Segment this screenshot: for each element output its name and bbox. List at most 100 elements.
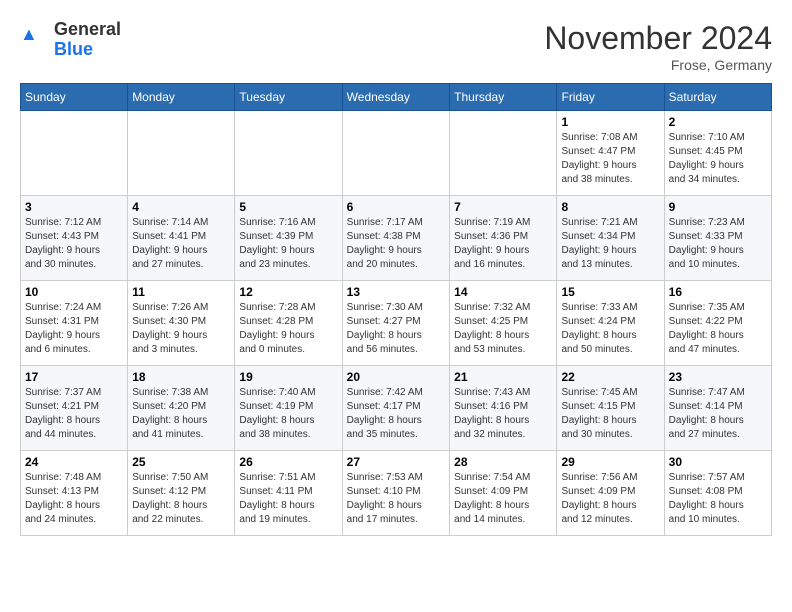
day-info: Sunrise: 7:37 AM Sunset: 4:21 PM Dayligh… (25, 386, 123, 442)
day-info: Sunrise: 7:54 AM Sunset: 4:09 PM Dayligh… (454, 471, 552, 527)
calendar-cell: 24 Sunrise: 7:48 AM Sunset: 4:13 PM Dayli… (21, 451, 128, 536)
calendar-cell: 26 Sunrise: 7:51 AM Sunset: 4:11 PM Dayli… (235, 451, 342, 536)
title-section: November 2024 Frose, Germany (544, 20, 772, 73)
calendar-cell: 20Sunrise: 7:42 AM Sunset: 4:17 PM Dayli… (342, 366, 450, 451)
day-number: 4 (132, 200, 230, 214)
day-info: Sunrise: 7:23 AM Sunset: 4:33 PM Dayligh… (669, 216, 767, 272)
day-info: Sunrise: 7:43 AM Sunset: 4:16 PM Dayligh… (454, 386, 552, 442)
day-info: Sunrise: 7:45 AM Sunset: 4:15 PM Dayligh… (561, 386, 659, 442)
day-number: 12 (239, 285, 337, 299)
calendar-cell: 23 Sunrise: 7:47 AM Sunset: 4:14 PM Dayli… (664, 366, 771, 451)
day-number: 26 (239, 455, 337, 469)
day-number: 30 (669, 455, 767, 469)
day-number: 18 (132, 370, 230, 384)
calendar-week-3: 17 Sunrise: 7:37 AM Sunset: 4:21 PM Dayli… (21, 366, 772, 451)
calendar-week-1: 3 Sunrise: 7:12 AM Sunset: 4:43 PM Daylig… (21, 196, 772, 281)
day-header-saturday: Saturday (664, 84, 771, 111)
logo: ▲ General Blue (20, 20, 121, 60)
day-info: Sunrise: 7:38 AM Sunset: 4:20 PM Dayligh… (132, 386, 230, 442)
day-info: Sunrise: 7:53 AM Sunset: 4:10 PM Dayligh… (347, 471, 446, 527)
day-number: 6 (347, 200, 446, 214)
calendar-cell (235, 111, 342, 196)
day-header-thursday: Thursday (450, 84, 557, 111)
calendar-cell: 9 Sunrise: 7:23 AM Sunset: 4:33 PM Daylig… (664, 196, 771, 281)
logo-general-text: General (54, 19, 121, 39)
calendar-cell: 10Sunrise: 7:24 AM Sunset: 4:31 PM Dayli… (21, 281, 128, 366)
day-number: 21 (454, 370, 552, 384)
day-info: Sunrise: 7:42 AM Sunset: 4:17 PM Dayligh… (347, 386, 446, 442)
day-number: 9 (669, 200, 767, 214)
day-info: Sunrise: 7:57 AM Sunset: 4:08 PM Dayligh… (669, 471, 767, 527)
day-number: 15 (561, 285, 659, 299)
day-number: 5 (239, 200, 337, 214)
day-header-sunday: Sunday (21, 84, 128, 111)
day-number: 10 (25, 285, 123, 299)
calendar-cell: 27 Sunrise: 7:53 AM Sunset: 4:10 PM Dayli… (342, 451, 450, 536)
day-info: Sunrise: 7:32 AM Sunset: 4:25 PM Dayligh… (454, 301, 552, 357)
calendar-cell: 21 Sunrise: 7:43 AM Sunset: 4:16 PM Dayli… (450, 366, 557, 451)
day-number: 27 (347, 455, 446, 469)
day-header-friday: Friday (557, 84, 664, 111)
day-number: 24 (25, 455, 123, 469)
calendar-cell: 28 Sunrise: 7:54 AM Sunset: 4:09 PM Dayli… (450, 451, 557, 536)
svg-text:▲: ▲ (20, 25, 38, 44)
day-info: Sunrise: 7:10 AM Sunset: 4:45 PM Dayligh… (669, 131, 767, 187)
calendar-table: SundayMondayTuesdayWednesdayThursdayFrid… (20, 83, 772, 536)
month-title: November 2024 (544, 20, 772, 57)
day-info: Sunrise: 7:47 AM Sunset: 4:14 PM Dayligh… (669, 386, 767, 442)
day-number: 28 (454, 455, 552, 469)
day-info: Sunrise: 7:28 AM Sunset: 4:28 PM Dayligh… (239, 301, 337, 357)
calendar-cell: 22Sunrise: 7:45 AM Sunset: 4:15 PM Dayli… (557, 366, 664, 451)
day-number: 13 (347, 285, 446, 299)
day-number: 17 (25, 370, 123, 384)
day-header-tuesday: Tuesday (235, 84, 342, 111)
calendar-cell (128, 111, 235, 196)
day-info: Sunrise: 7:48 AM Sunset: 4:13 PM Dayligh… (25, 471, 123, 527)
day-info: Sunrise: 7:50 AM Sunset: 4:12 PM Dayligh… (132, 471, 230, 527)
location: Frose, Germany (544, 57, 772, 73)
calendar-week-4: 24 Sunrise: 7:48 AM Sunset: 4:13 PM Dayli… (21, 451, 772, 536)
calendar-cell: 5 Sunrise: 7:16 AM Sunset: 4:39 PM Daylig… (235, 196, 342, 281)
calendar-cell: 25Sunrise: 7:50 AM Sunset: 4:12 PM Dayli… (128, 451, 235, 536)
day-number: 3 (25, 200, 123, 214)
day-info: Sunrise: 7:08 AM Sunset: 4:47 PM Dayligh… (561, 131, 659, 187)
calendar-week-2: 10Sunrise: 7:24 AM Sunset: 4:31 PM Dayli… (21, 281, 772, 366)
day-info: Sunrise: 7:51 AM Sunset: 4:11 PM Dayligh… (239, 471, 337, 527)
day-info: Sunrise: 7:56 AM Sunset: 4:09 PM Dayligh… (561, 471, 659, 527)
logo-blue-text: Blue (54, 39, 93, 59)
calendar-cell: 19Sunrise: 7:40 AM Sunset: 4:19 PM Dayli… (235, 366, 342, 451)
calendar-cell: 12 Sunrise: 7:28 AM Sunset: 4:28 PM Dayli… (235, 281, 342, 366)
calendar-cell: 13 Sunrise: 7:30 AM Sunset: 4:27 PM Dayli… (342, 281, 450, 366)
day-info: Sunrise: 7:35 AM Sunset: 4:22 PM Dayligh… (669, 301, 767, 357)
calendar-cell: 3 Sunrise: 7:12 AM Sunset: 4:43 PM Daylig… (21, 196, 128, 281)
day-info: Sunrise: 7:30 AM Sunset: 4:27 PM Dayligh… (347, 301, 446, 357)
calendar-cell: 18 Sunrise: 7:38 AM Sunset: 4:20 PM Dayli… (128, 366, 235, 451)
calendar-cell: 17 Sunrise: 7:37 AM Sunset: 4:21 PM Dayli… (21, 366, 128, 451)
day-header-monday: Monday (128, 84, 235, 111)
calendar-cell: 4 Sunrise: 7:14 AM Sunset: 4:41 PM Daylig… (128, 196, 235, 281)
calendar-cell: 30 Sunrise: 7:57 AM Sunset: 4:08 PM Dayli… (664, 451, 771, 536)
day-number: 1 (561, 115, 659, 129)
day-number: 8 (561, 200, 659, 214)
day-info: Sunrise: 7:12 AM Sunset: 4:43 PM Dayligh… (25, 216, 123, 272)
day-number: 11 (132, 285, 230, 299)
calendar-cell: 29Sunrise: 7:56 AM Sunset: 4:09 PM Dayli… (557, 451, 664, 536)
logo-icon: ▲ (20, 25, 50, 55)
day-number: 23 (669, 370, 767, 384)
calendar-cell: 6 Sunrise: 7:17 AM Sunset: 4:38 PM Daylig… (342, 196, 450, 281)
day-info: Sunrise: 7:17 AM Sunset: 4:38 PM Dayligh… (347, 216, 446, 272)
calendar-cell: 7Sunrise: 7:19 AM Sunset: 4:36 PM Daylig… (450, 196, 557, 281)
day-info: Sunrise: 7:21 AM Sunset: 4:34 PM Dayligh… (561, 216, 659, 272)
day-header-wednesday: Wednesday (342, 84, 450, 111)
day-info: Sunrise: 7:26 AM Sunset: 4:30 PM Dayligh… (132, 301, 230, 357)
logo-text: General Blue (54, 20, 121, 60)
calendar-cell: 15 Sunrise: 7:33 AM Sunset: 4:24 PM Dayli… (557, 281, 664, 366)
calendar-week-0: 1 Sunrise: 7:08 AM Sunset: 4:47 PM Daylig… (21, 111, 772, 196)
page-header: ▲ General Blue November 2024 Frose, Germ… (20, 20, 772, 73)
calendar-cell: 1 Sunrise: 7:08 AM Sunset: 4:47 PM Daylig… (557, 111, 664, 196)
day-info: Sunrise: 7:33 AM Sunset: 4:24 PM Dayligh… (561, 301, 659, 357)
day-number: 16 (669, 285, 767, 299)
day-info: Sunrise: 7:16 AM Sunset: 4:39 PM Dayligh… (239, 216, 337, 272)
day-info: Sunrise: 7:14 AM Sunset: 4:41 PM Dayligh… (132, 216, 230, 272)
calendar-cell: 11 Sunrise: 7:26 AM Sunset: 4:30 PM Dayli… (128, 281, 235, 366)
